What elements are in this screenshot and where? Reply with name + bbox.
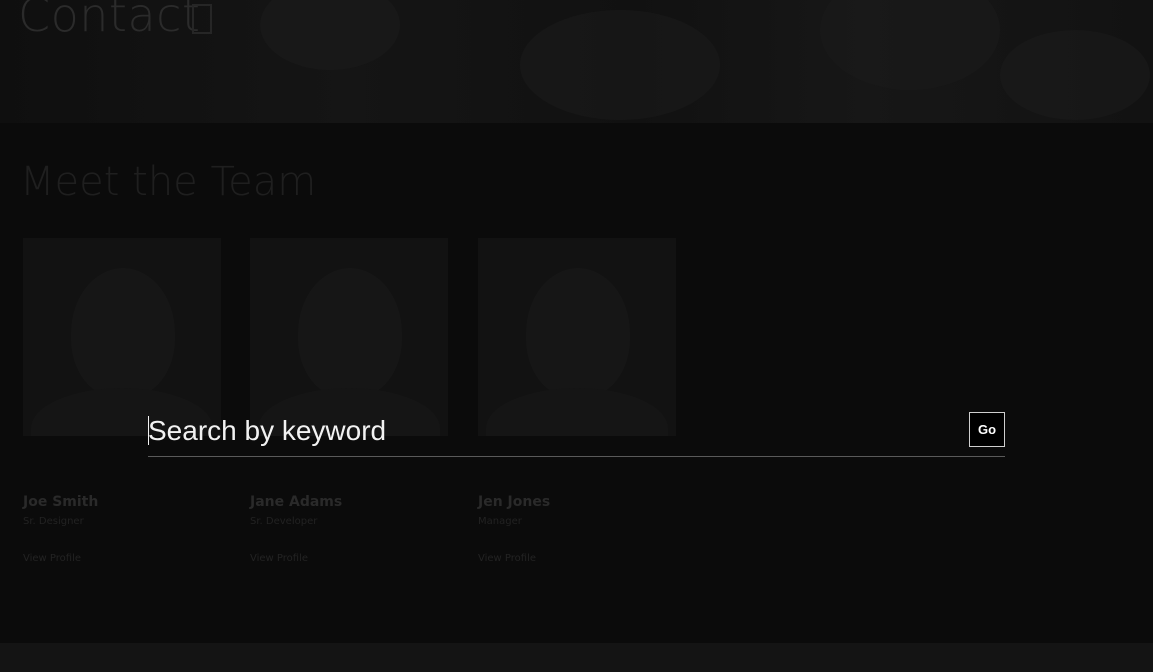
view-profile-link[interactable]: View Profile	[23, 553, 221, 564]
team-member-role: Sr. Developer	[250, 516, 318, 527]
team-section: Meet the Team Joe Smith Sr. Designer Vie…	[0, 123, 1153, 643]
team-member-photo	[478, 238, 676, 436]
page-dimmed-background: Contact Meet the Team Joe Smith Sr. Desi…	[0, 0, 1153, 672]
team-member-name: Joe Smith	[23, 494, 99, 510]
section-title: Meet the Team	[20, 159, 317, 205]
view-profile-link[interactable]: View Profile	[478, 553, 676, 564]
team-card: Jane Adams Sr. Developer View Profile	[250, 238, 448, 564]
text-caret	[148, 416, 149, 445]
search-input[interactable]	[148, 411, 958, 451]
team-member-name: Jane Adams	[250, 494, 343, 510]
team-member-photo	[23, 238, 221, 436]
view-profile-link[interactable]: View Profile	[250, 553, 448, 564]
team-member-role: Manager	[478, 516, 522, 527]
team-member-photo	[250, 238, 448, 436]
footer	[0, 643, 1153, 672]
hero-banner: Contact	[0, 0, 1153, 123]
team-card: Joe Smith Sr. Designer View Profile	[23, 238, 221, 564]
team-card: Jen Jones Manager View Profile	[478, 238, 676, 564]
phone-icon	[192, 4, 212, 34]
search-overlay: Go	[148, 411, 1005, 457]
team-member-role: Sr. Designer	[23, 516, 84, 527]
page-title: Contact	[18, 0, 201, 42]
go-button[interactable]: Go	[969, 412, 1005, 447]
team-member-name: Jen Jones	[478, 494, 551, 510]
